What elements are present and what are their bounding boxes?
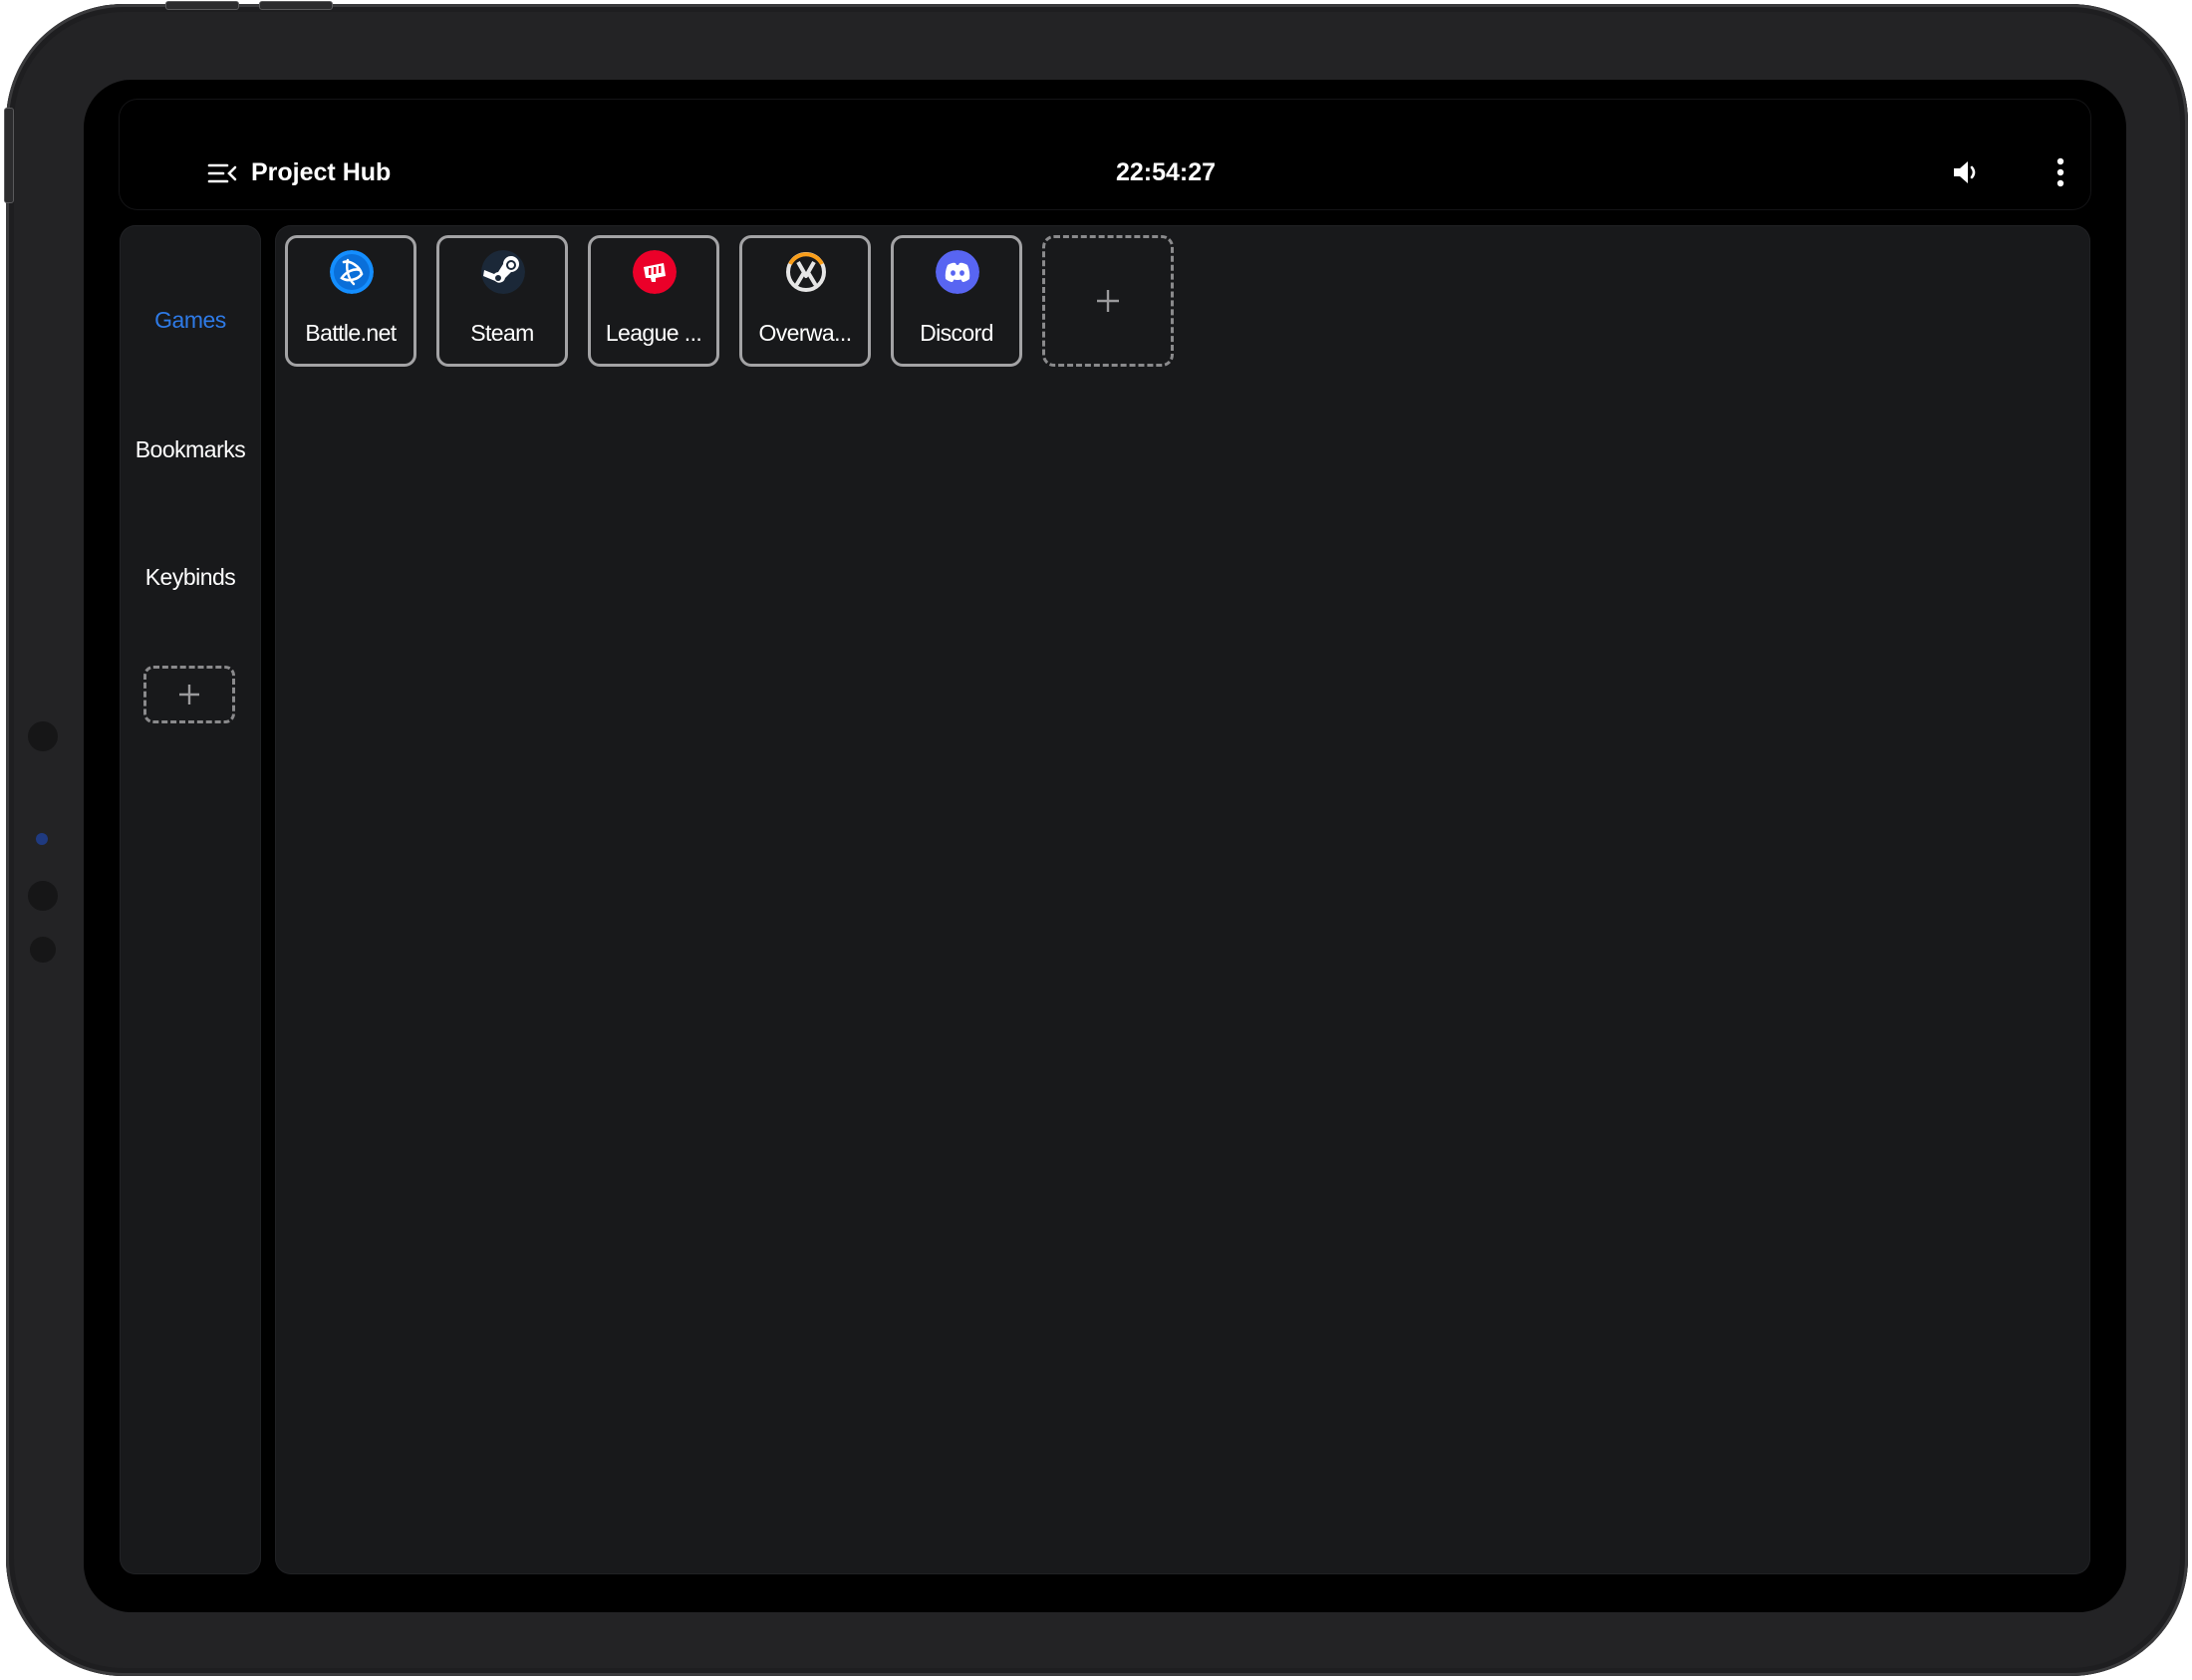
sidebar-item-bookmarks[interactable]: Bookmarks (120, 436, 261, 463)
sidebar: Games Bookmarks Keybinds (120, 225, 261, 1574)
tablet-sensor (30, 937, 56, 963)
menu-collapse-icon[interactable] (207, 161, 237, 185)
app-tile-label: Discord (920, 320, 993, 346)
app-tile-label: Overwa... (758, 320, 852, 346)
clock: 22:54:27 (1115, 158, 1217, 186)
main-panel: Battle.net Steam League ... Overwa... Di… (275, 225, 2090, 1574)
add-category-button[interactable] (143, 666, 235, 723)
discord-icon (936, 250, 979, 294)
riot-games-icon (633, 250, 677, 294)
tablet-sensor (28, 721, 58, 751)
tablet-side-button (4, 108, 14, 203)
app-tile-league[interactable]: League ... (588, 235, 719, 367)
app-tiles: Battle.net Steam League ... Overwa... Di… (285, 235, 1174, 367)
sidebar-item-keybinds[interactable]: Keybinds (120, 564, 261, 591)
add-app-tile-button[interactable] (1042, 235, 1174, 367)
tablet-frame: Project Hub 22:54:27 Games Bookmarks Key… (4, 1, 2188, 1676)
overwatch-icon (786, 252, 826, 292)
app-tile-label: League ... (605, 320, 702, 346)
battlenet-icon (330, 250, 374, 294)
app-tile-overwatch[interactable]: Overwa... (739, 235, 871, 367)
app-tile-steam[interactable]: Steam (436, 235, 568, 367)
volume-icon[interactable] (1951, 158, 1981, 186)
tablet-camera (36, 833, 48, 845)
app-tile-label: Steam (470, 320, 534, 346)
plus-icon (179, 685, 199, 704)
tablet-sensor (28, 881, 58, 911)
app-tile-discord[interactable]: Discord (891, 235, 1022, 367)
app-tile-label: Battle.net (305, 320, 397, 346)
app-tile-battlenet[interactable]: Battle.net (285, 235, 416, 367)
more-vertical-icon[interactable] (2051, 157, 2070, 187)
steam-icon (481, 250, 525, 294)
tablet-top-button (259, 1, 333, 10)
tablet-top-button (165, 1, 239, 10)
top-bar: Project Hub 22:54:27 (120, 100, 2090, 209)
app-title: Project Hub (251, 158, 392, 186)
app-screen: Project Hub 22:54:27 Games Bookmarks Key… (84, 80, 2126, 1612)
plus-icon (1097, 290, 1119, 312)
sidebar-item-games[interactable]: Games (120, 307, 261, 334)
